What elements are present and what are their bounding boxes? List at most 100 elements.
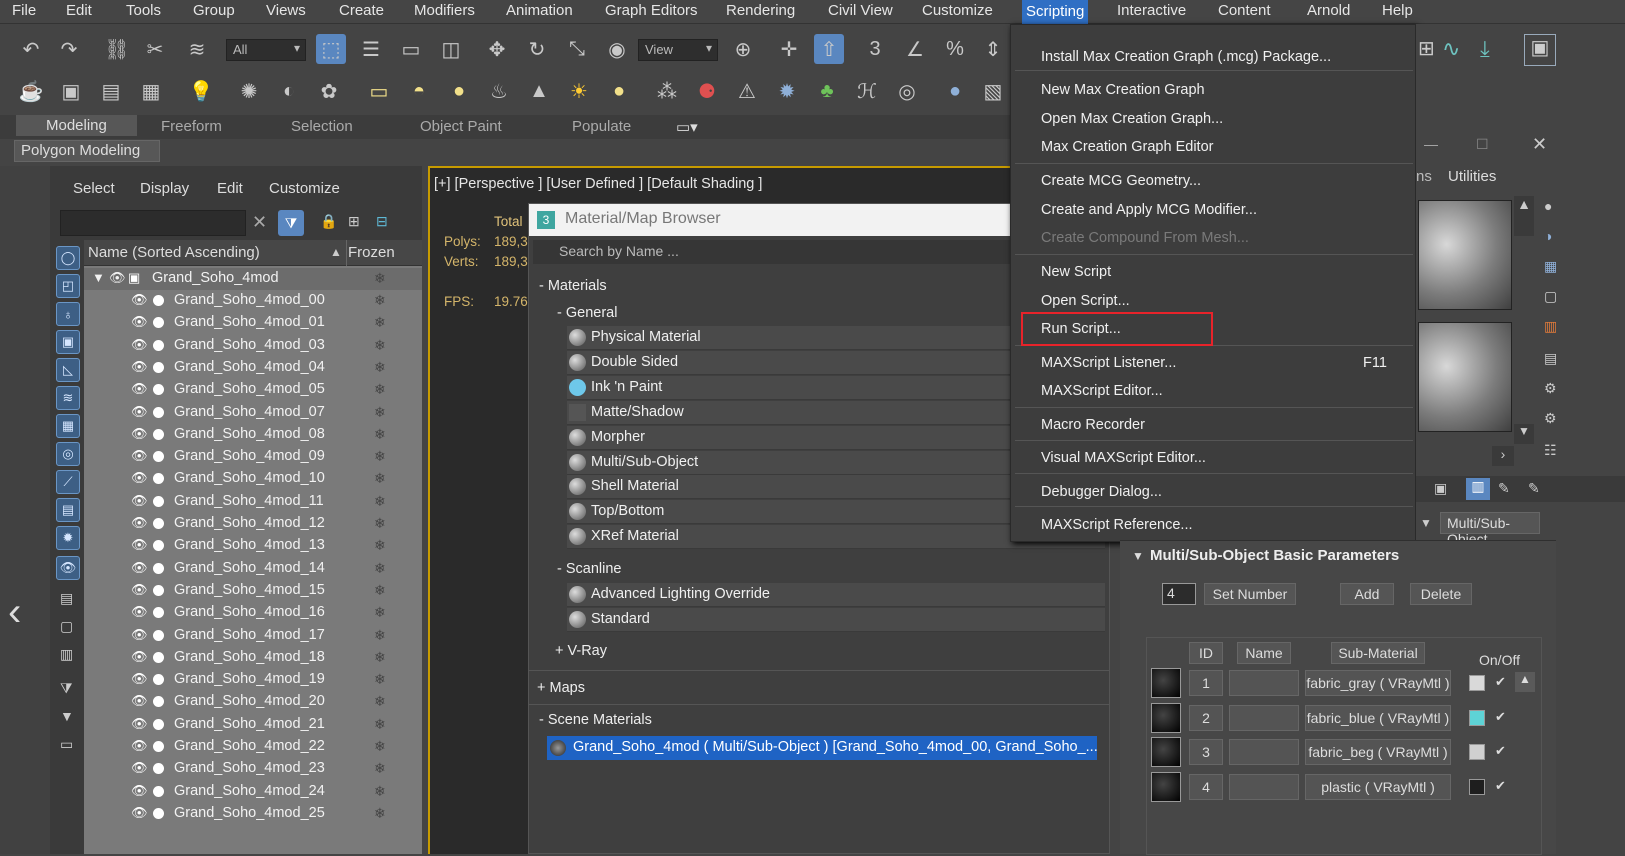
- hidden-filter-icon[interactable]: 👁: [56, 556, 80, 580]
- menu-item-open-script[interactable]: Open Script...: [1041, 293, 1130, 309]
- polygon-modeling-panel[interactable]: Polygon Modeling: [14, 140, 160, 162]
- light-icon[interactable]: 💡: [186, 76, 216, 106]
- menu-create[interactable]: Create: [339, 2, 384, 19]
- dock-icon[interactable]: ▣: [1524, 34, 1556, 66]
- section-scene-materials[interactable]: - Scene Materials: [539, 712, 652, 728]
- name-input[interactable]: [1229, 739, 1299, 765]
- render-dot-icon[interactable]: [153, 562, 164, 574]
- list-item[interactable]: 👁 Grand_Soho_4mod_07 ❄: [84, 402, 422, 424]
- list-item[interactable]: 👁 Grand_Soho_4mod_03 ❄: [84, 335, 422, 357]
- freeze-icon[interactable]: ❄: [374, 760, 386, 777]
- column-frozen[interactable]: Frozen: [348, 244, 395, 261]
- render-dot-icon[interactable]: [153, 807, 164, 819]
- mesh-light-icon[interactable]: ♨: [484, 76, 514, 106]
- render-dot-icon[interactable]: [153, 674, 164, 686]
- visibility-eye-icon[interactable]: 👁: [131, 537, 148, 553]
- uv-tiling-icon[interactable]: ▢: [1544, 288, 1564, 305]
- freeze-icon[interactable]: ❄: [374, 671, 386, 688]
- rectangular-selection-icon[interactable]: ▭: [396, 34, 426, 64]
- visibility-eye-icon[interactable]: 👁: [131, 627, 148, 643]
- freeze-icon[interactable]: ❄: [374, 381, 386, 398]
- freeze-icon[interactable]: ❄: [374, 470, 386, 487]
- explorer-menu-customize[interactable]: Customize: [269, 180, 340, 197]
- menu-item-maxscript-reference[interactable]: MAXScript Reference...: [1041, 517, 1193, 533]
- list-item[interactable]: 👁 Grand_Soho_4mod_01 ❄: [84, 312, 422, 334]
- visibility-eye-icon[interactable]: 👁: [109, 270, 126, 286]
- menu-item-maxscript-editor[interactable]: MAXScript Editor...: [1041, 383, 1163, 399]
- unlink-icon[interactable]: ✂: [140, 34, 170, 64]
- sub-material-button[interactable]: fabric_gray ( VRayMtl ): [1305, 670, 1451, 696]
- menu-modifiers[interactable]: Modifiers: [414, 2, 475, 19]
- tab-modeling[interactable]: Modeling: [16, 115, 137, 136]
- tab-populate[interactable]: Populate: [572, 118, 631, 135]
- lights-filter-icon[interactable]: ♁: [56, 302, 80, 326]
- hair-icon[interactable]: ℋ: [852, 76, 882, 106]
- rendered-frame-icon[interactable]: ▤: [96, 76, 126, 106]
- proxy-icon[interactable]: ⚈: [692, 76, 722, 106]
- freeze-icon[interactable]: ❄: [374, 738, 386, 755]
- table-scroll-up-icon[interactable]: ▲: [1515, 672, 1535, 692]
- list-item[interactable]: 👁 Grand_Soho_4mod_05 ❄: [84, 379, 422, 401]
- render-dot-icon[interactable]: [153, 651, 164, 663]
- tab-freeform[interactable]: Freeform: [161, 118, 222, 135]
- helpers-filter-icon[interactable]: ◺: [56, 358, 80, 382]
- menu-customize[interactable]: Customize: [922, 2, 993, 19]
- column-sub-material[interactable]: Sub-Material: [1331, 642, 1425, 664]
- list-item[interactable]: 👁 Grand_Soho_4mod_20 ❄: [84, 691, 422, 713]
- visibility-eye-icon[interactable]: 👁: [131, 604, 148, 620]
- select-by-name-icon[interactable]: ☰: [356, 34, 386, 64]
- list-item[interactable]: 👁 Grand_Soho_4mod_19 ❄: [84, 669, 422, 691]
- shapes-filter-icon[interactable]: ◰: [56, 274, 80, 298]
- expand-arrow-icon[interactable]: ‹: [8, 590, 21, 635]
- menu-content[interactable]: Content: [1218, 2, 1271, 19]
- sub-material-button[interactable]: plastic ( VRayMtl ): [1305, 773, 1451, 800]
- spinner-snap-icon[interactable]: ⇕: [978, 34, 1008, 64]
- eyedropper-dropdown-icon[interactable]: ▼: [1416, 512, 1438, 534]
- explorer-menu-edit[interactable]: Edit: [217, 180, 243, 197]
- download-icon[interactable]: ⤓: [1480, 36, 1510, 64]
- link-icon[interactable]: ⛓: [102, 34, 132, 64]
- visibility-eye-icon[interactable]: 👁: [131, 716, 148, 732]
- visibility-eye-icon[interactable]: 👁: [131, 359, 148, 375]
- scroll-up-icon[interactable]: ▲: [1514, 196, 1534, 236]
- background-icon[interactable]: ▦: [1544, 258, 1564, 275]
- window-crossing-icon[interactable]: ◫: [436, 34, 466, 64]
- on-off-checkbox[interactable]: ✔: [1495, 778, 1506, 794]
- list-item[interactable]: 👁 Grand_Soho_4mod_25 ❄: [84, 803, 422, 825]
- material-type-button[interactable]: Multi/Sub-Object: [1440, 512, 1540, 547]
- freeze-icon[interactable]: ❄: [374, 515, 386, 532]
- collapse-icon[interactable]: ▼: [92, 270, 105, 285]
- visibility-eye-icon[interactable]: 👁: [131, 760, 148, 776]
- go-to-parent-icon[interactable]: ✎: [1528, 480, 1540, 497]
- menu-rendering[interactable]: Rendering: [726, 2, 795, 19]
- backlight-icon[interactable]: ◑: [1544, 228, 1564, 244]
- make-preview-icon[interactable]: ▤: [1544, 350, 1564, 367]
- render-dot-icon[interactable]: [153, 473, 164, 485]
- placement-icon[interactable]: ◉: [602, 34, 632, 64]
- material-item[interactable]: Advanced Lighting Override: [567, 583, 1105, 607]
- pivot-icon[interactable]: ⊕: [728, 34, 758, 64]
- menu-file[interactable]: File: [12, 2, 36, 19]
- list-item[interactable]: 👁 Grand_Soho_4mod_21 ❄: [84, 714, 422, 736]
- menu-edit[interactable]: Edit: [66, 2, 92, 19]
- redo-icon[interactable]: ↷: [54, 34, 84, 64]
- scene-material-item[interactable]: Grand_Soho_4mod ( Multi/Sub-Object ) [Gr…: [547, 736, 1097, 760]
- visibility-eye-icon[interactable]: 👁: [131, 404, 148, 420]
- render-dot-icon[interactable]: [153, 718, 164, 730]
- scroll-down-icon[interactable]: ▼: [1514, 424, 1534, 444]
- render-dot-icon[interactable]: [153, 540, 164, 552]
- menu-tools[interactable]: Tools: [126, 2, 161, 19]
- menu-item-create-and-apply-mcg-modifier[interactable]: Create and Apply MCG Modifier...: [1041, 202, 1257, 218]
- params-title[interactable]: Multi/Sub-Object Basic Parameters: [1150, 547, 1399, 564]
- freeze-icon[interactable]: ❄: [374, 582, 386, 599]
- color-swatch[interactable]: [1469, 744, 1485, 760]
- tab-fragment[interactable]: ns: [1416, 168, 1432, 185]
- menu-item-create-mcg-geometry[interactable]: Create MCG Geometry...: [1041, 173, 1201, 189]
- minimize-icon[interactable]: —: [1424, 136, 1438, 152]
- color-swatch[interactable]: [1469, 709, 1485, 726]
- freeze-icon[interactable]: ❄: [374, 649, 386, 666]
- material-navigator-icon[interactable]: ☷: [1544, 442, 1564, 459]
- list-item[interactable]: 👁 Grand_Soho_4mod_09 ❄: [84, 446, 422, 468]
- visibility-eye-icon[interactable]: 👁: [131, 292, 148, 308]
- displacement-icon[interactable]: ◎: [892, 76, 922, 106]
